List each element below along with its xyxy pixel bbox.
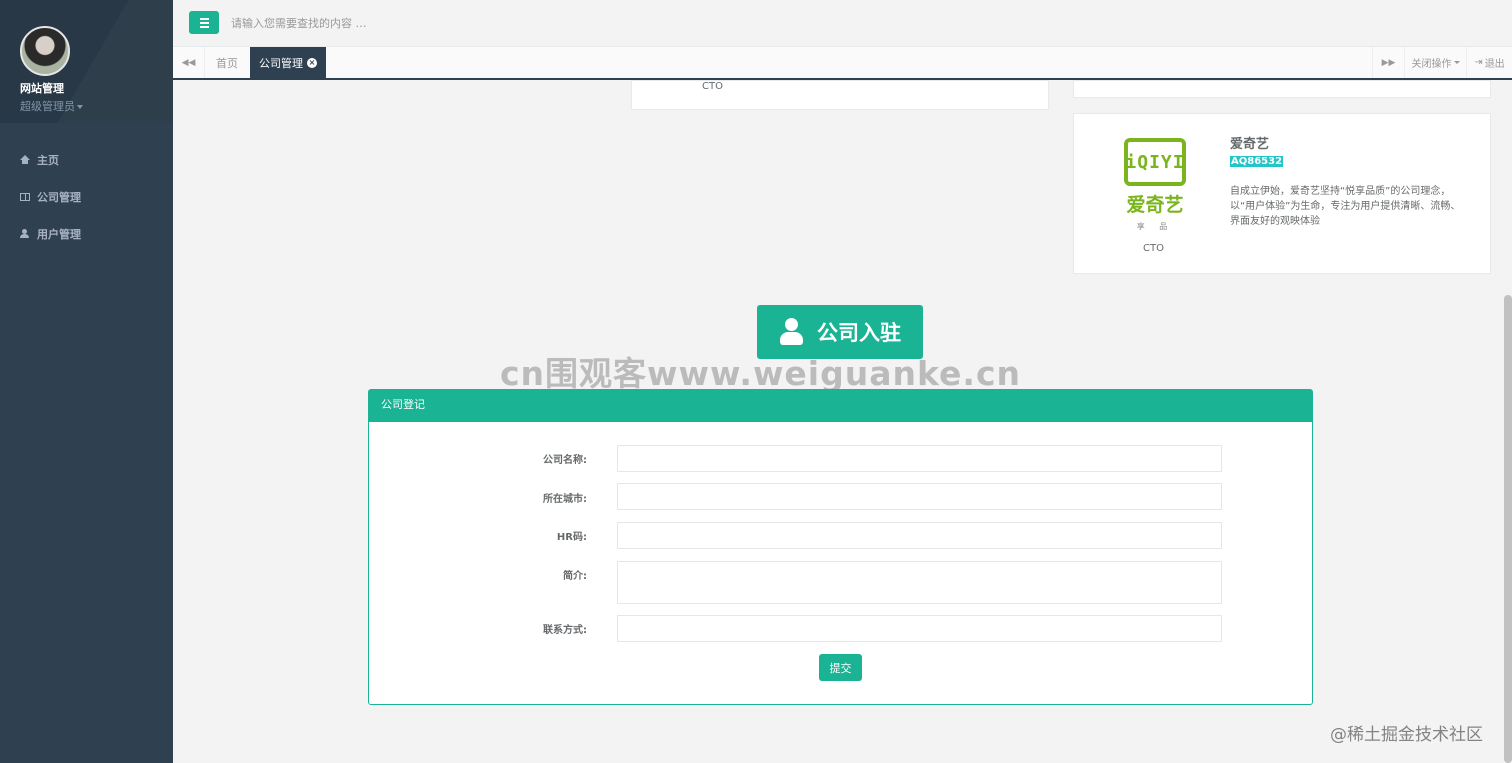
sidebar-item-company[interactable]: 公司管理 [0,178,173,215]
sidebar-nav: 主页 公司管理 用户管理 [0,141,173,252]
close-operations-dropdown[interactable]: 关闭操作 [1404,47,1466,78]
menu-toggle-button[interactable] [189,11,219,34]
company-name-label: 公司名称: [543,455,587,466]
card-role: CTO [1143,243,1164,254]
company-name: 爱奇艺 [1230,137,1270,152]
sidebar-item-home[interactable]: 主页 [0,141,173,178]
sidebar: 网站管理 超级管理员 主页 公司管理 用户管理 [0,0,173,763]
role-dropdown[interactable]: 超级管理员 [20,98,173,114]
contact-field[interactable] [617,615,1222,642]
card-role: CTO [702,81,723,92]
logo-mark: iQIYI [1124,138,1186,186]
logout-label: 退出 [1484,59,1505,70]
footer-watermark: @稀土掘金技术社区 [1330,725,1483,745]
logo-sub: 享 品 [1136,222,1174,231]
role-label: 超级管理员 [20,100,75,113]
bars-icon [199,17,209,20]
intro-field[interactable] [617,561,1222,604]
hr-code-label: HR码: [556,532,587,543]
scrollbar[interactable] [1504,295,1512,763]
company-card [1073,80,1491,98]
tab-company-management[interactable]: 公司管理 × [250,47,326,78]
tab-scroll-left-button[interactable]: ◀◀ [173,47,205,78]
sidebar-item-label: 公司管理 [37,190,81,204]
tab-home[interactable]: 首页 [205,47,249,78]
profile-block: 网站管理 超级管理员 [0,0,173,123]
caret-down-icon [77,105,83,109]
intro-label: 简介: [563,571,587,582]
company-card-iqiyi: iQIYI 爱奇艺 享 品 CTO 爱奇艺 AQ86532 自成立伊始，爱奇艺坚… [1073,113,1491,274]
search-input[interactable] [225,10,625,36]
panel-title: 公司登记 [369,390,1312,422]
hr-code-field[interactable] [617,522,1222,549]
tab-label: 公司管理 [259,56,303,70]
company-code-badge: AQ86532 [1230,156,1284,167]
home-icon [20,155,30,164]
join-label: 公司入驻 [817,321,901,345]
company-card: CTO [631,80,1049,110]
logout-button[interactable]: ⇥ 退出 [1466,47,1512,78]
user-icon [20,228,30,239]
tab-scroll-right-button[interactable]: ▶▶ [1372,47,1404,78]
columns-icon [20,192,30,201]
company-registration-panel: 公司登记 公司名称: 所在城市: HR码: 简介: 联系方式: 提交 [368,389,1313,705]
close-icon[interactable]: × [307,57,317,68]
site-name: 网站管理 [20,82,64,95]
sidebar-item-label: 用户管理 [37,227,81,241]
sidebar-item-users[interactable]: 用户管理 [0,215,173,252]
submit-button[interactable]: 提交 [819,654,862,681]
company-name-field[interactable] [617,445,1222,472]
company-description: 自成立伊始，爱奇艺坚持“悦享品质”的公司理念，以“用户体验”为生命，专注为用户提… [1230,186,1461,227]
close-operations-label: 关闭操作 [1411,59,1452,70]
contact-label: 联系方式: [543,625,587,636]
user-icon [779,318,803,346]
backward-icon: ◀◀ [181,57,196,68]
iqiyi-logo: iQIYI 爱奇艺 享 品 [1121,138,1189,234]
avatar[interactable] [20,26,70,76]
caret-down-icon [1453,61,1460,64]
top-navbar [173,0,1512,47]
city-field[interactable] [617,483,1222,510]
logo-chinese: 爱奇艺 [1126,194,1184,216]
sidebar-item-label: 主页 [37,153,59,167]
forward-icon: ▶▶ [1381,57,1396,68]
bars-icon-line [199,21,209,24]
bars-icon-line [199,25,209,28]
sign-out-icon: ⇥ [1474,57,1483,68]
city-label: 所在城市: [543,494,587,505]
watermark: cn围观客www.weiguanke.cn [500,354,1022,393]
tab-bar: ◀◀ 首页 公司管理 × ▶▶ 关闭操作 ⇥ 退出 [173,47,1512,80]
